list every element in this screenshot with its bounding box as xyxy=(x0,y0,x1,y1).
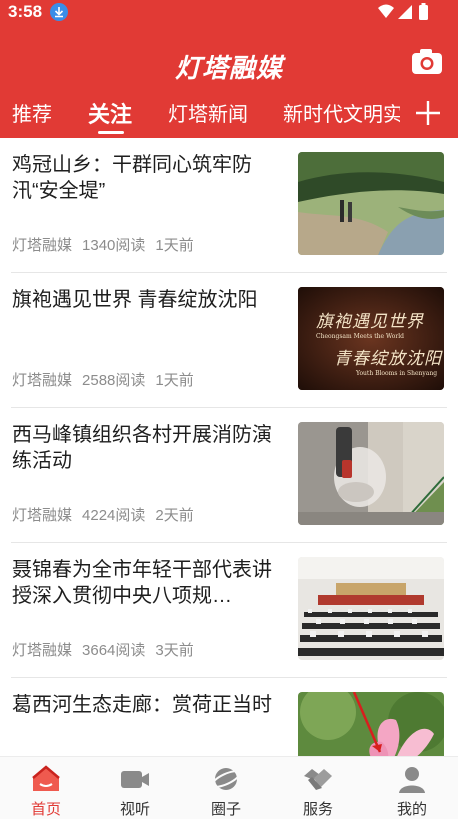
article-thumbnail xyxy=(298,557,444,660)
article-item[interactable]: 鸡冠山乡：干群同心筑牢防汛“安全堤” 灯塔融媒 1340阅读 1天前 xyxy=(0,138,458,273)
nav-home[interactable]: 首页 xyxy=(0,757,92,819)
status-icons xyxy=(378,3,428,20)
active-tab-indicator xyxy=(98,131,124,134)
tab-civilization[interactable]: 新时代文明实 xyxy=(283,98,400,127)
download-icon xyxy=(50,3,68,21)
article-meta: 灯塔融媒 3664阅读 3天前 xyxy=(12,639,204,660)
nav-circle-label: 圈子 xyxy=(210,801,241,818)
nav-service[interactable]: 服务 xyxy=(272,757,364,819)
nav-profile-label: 我的 xyxy=(396,801,427,818)
video-icon xyxy=(121,771,149,788)
battery-icon xyxy=(419,5,428,20)
tab-lighthouse-news[interactable]: 灯塔新闻 xyxy=(168,98,248,127)
status-time: 3:58 xyxy=(8,2,43,21)
article-thumbnail xyxy=(298,692,444,756)
nav-service-label: 服务 xyxy=(302,801,333,818)
article-views: 2588阅读 xyxy=(82,372,146,389)
article-meta: 灯塔融媒 1340阅读 1天前 xyxy=(12,234,204,255)
signal-icon xyxy=(398,5,412,19)
camera-icon xyxy=(412,49,442,74)
user-icon xyxy=(399,767,425,793)
nav-video[interactable]: 视听 xyxy=(89,757,181,819)
add-channel-icon[interactable] xyxy=(415,100,441,126)
article-views: 3664阅读 xyxy=(82,642,146,659)
article-time: 1天前 xyxy=(155,237,194,254)
nav-home-label: 首页 xyxy=(30,801,61,818)
article-item[interactable]: 西马峰镇组织各村开展消防演练活动 灯塔融媒 4224阅读 2天前 xyxy=(0,408,458,543)
article-time: 3天前 xyxy=(155,642,194,659)
camera-button[interactable] xyxy=(410,47,444,77)
article-title: 西马峰镇组织各村开展消防演练活动 xyxy=(12,424,272,472)
article-meta: 灯塔融媒 4224阅读 2天前 xyxy=(12,504,204,525)
article-item[interactable]: 葛西河生态走廊：赏荷正当时 xyxy=(0,678,458,756)
article-source: 灯塔融媒 xyxy=(12,372,73,389)
article-title: 旗袍遇见世界 青春绽放沈阳 xyxy=(12,289,258,311)
home-icon xyxy=(32,765,60,791)
planet-icon xyxy=(211,768,241,790)
article-thumbnail: 旗袍遇见世界 Cheongsam Meets the World 青春绽放沈阳 … xyxy=(298,287,444,390)
app-title: 灯塔融媒 xyxy=(174,53,283,83)
article-time: 1天前 xyxy=(155,372,194,389)
article-meta: 灯塔融媒 2588阅读 1天前 xyxy=(12,369,204,390)
app-header: 3:58 灯塔融媒 推荐 关注 灯塔新闻 新时代文明实 xyxy=(0,0,458,138)
article-views: 4224阅读 xyxy=(82,507,146,524)
thumbnail-overlay-text: 旗袍遇见世界 Cheongsam Meets the World 青春绽放沈阳 … xyxy=(316,312,442,377)
article-title: 鸡冠山乡：干群同心筑牢防汛“安全堤” xyxy=(12,154,252,202)
handshake-icon xyxy=(304,769,332,790)
article-title: 聂锦春为全市年轻干部代表讲授深入贯彻中央八项规… xyxy=(12,559,272,607)
tab-follow[interactable]: 关注 xyxy=(88,97,132,129)
article-title: 葛西河生态走廊：赏荷正当时 xyxy=(12,694,272,716)
article-views: 1340阅读 xyxy=(82,237,146,254)
article-source: 灯塔融媒 xyxy=(12,642,73,659)
article-item[interactable]: 聂锦春为全市年轻干部代表讲授深入贯彻中央八项规… 灯塔融媒 3664阅读 3天前 xyxy=(0,543,458,678)
article-feed: 鸡冠山乡：干群同心筑牢防汛“安全堤” 灯塔融媒 1340阅读 1天前 旗袍遇见世界 … xyxy=(0,138,458,756)
bottom-navigation: 首页 视听 圈子 服务 我的 xyxy=(0,756,458,819)
nav-video-label: 视听 xyxy=(119,801,150,818)
article-thumbnail xyxy=(298,422,444,525)
nav-circle[interactable]: 圈子 xyxy=(180,757,272,819)
nav-profile[interactable]: 我的 xyxy=(366,757,458,819)
article-source: 灯塔融媒 xyxy=(12,507,73,524)
channel-tabs: 推荐 关注 灯塔新闻 新时代文明实 xyxy=(0,92,458,138)
article-time: 2天前 xyxy=(155,507,194,524)
article-source: 灯塔融媒 xyxy=(12,237,73,254)
article-thumbnail xyxy=(298,152,444,255)
wifi-icon xyxy=(378,4,394,18)
status-bar: 3:58 xyxy=(0,0,458,24)
tab-recommend[interactable]: 推荐 xyxy=(12,98,52,127)
article-item[interactable]: 旗袍遇见世界 青春绽放沈阳 灯塔融媒 2588阅读 1天前 旗袍遇见世界 Cheon… xyxy=(0,273,458,408)
